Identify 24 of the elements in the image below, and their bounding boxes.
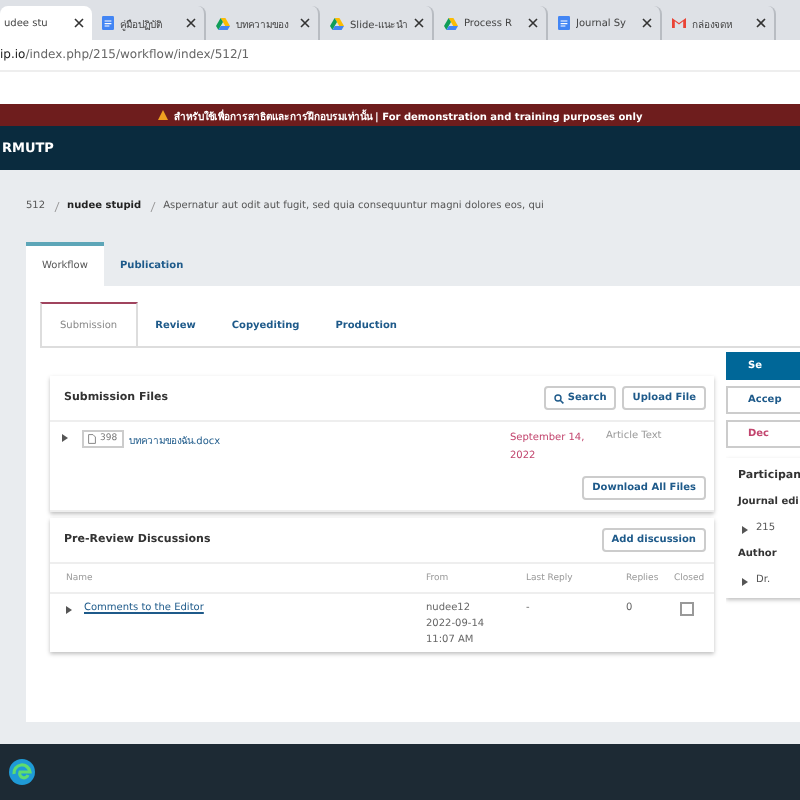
close-icon[interactable] bbox=[300, 18, 310, 28]
file-icon bbox=[88, 434, 96, 444]
slash-separator-icon bbox=[149, 201, 156, 211]
close-icon[interactable] bbox=[756, 18, 766, 28]
triangle-logo-icon bbox=[216, 17, 230, 29]
triangle-logo-icon bbox=[330, 17, 344, 29]
document-icon bbox=[102, 16, 114, 30]
envelope-m-icon bbox=[672, 18, 686, 28]
swirl-logo-icon[interactable] bbox=[8, 758, 36, 786]
close-icon[interactable] bbox=[186, 18, 196, 28]
expand-icon[interactable] bbox=[62, 434, 68, 442]
close-icon[interactable] bbox=[74, 18, 84, 28]
close-icon[interactable] bbox=[528, 18, 538, 28]
search-icon bbox=[553, 393, 564, 403]
closed-checkbox[interactable] bbox=[680, 602, 694, 616]
expand-icon[interactable] bbox=[742, 578, 748, 586]
expand-icon[interactable] bbox=[742, 526, 748, 534]
close-icon[interactable] bbox=[642, 18, 652, 28]
warning-icon bbox=[157, 110, 168, 120]
close-icon[interactable] bbox=[414, 18, 424, 28]
slash-separator-icon bbox=[53, 201, 60, 211]
triangle-logo-icon bbox=[444, 17, 458, 29]
document-icon bbox=[558, 16, 570, 30]
expand-icon[interactable] bbox=[66, 606, 72, 614]
